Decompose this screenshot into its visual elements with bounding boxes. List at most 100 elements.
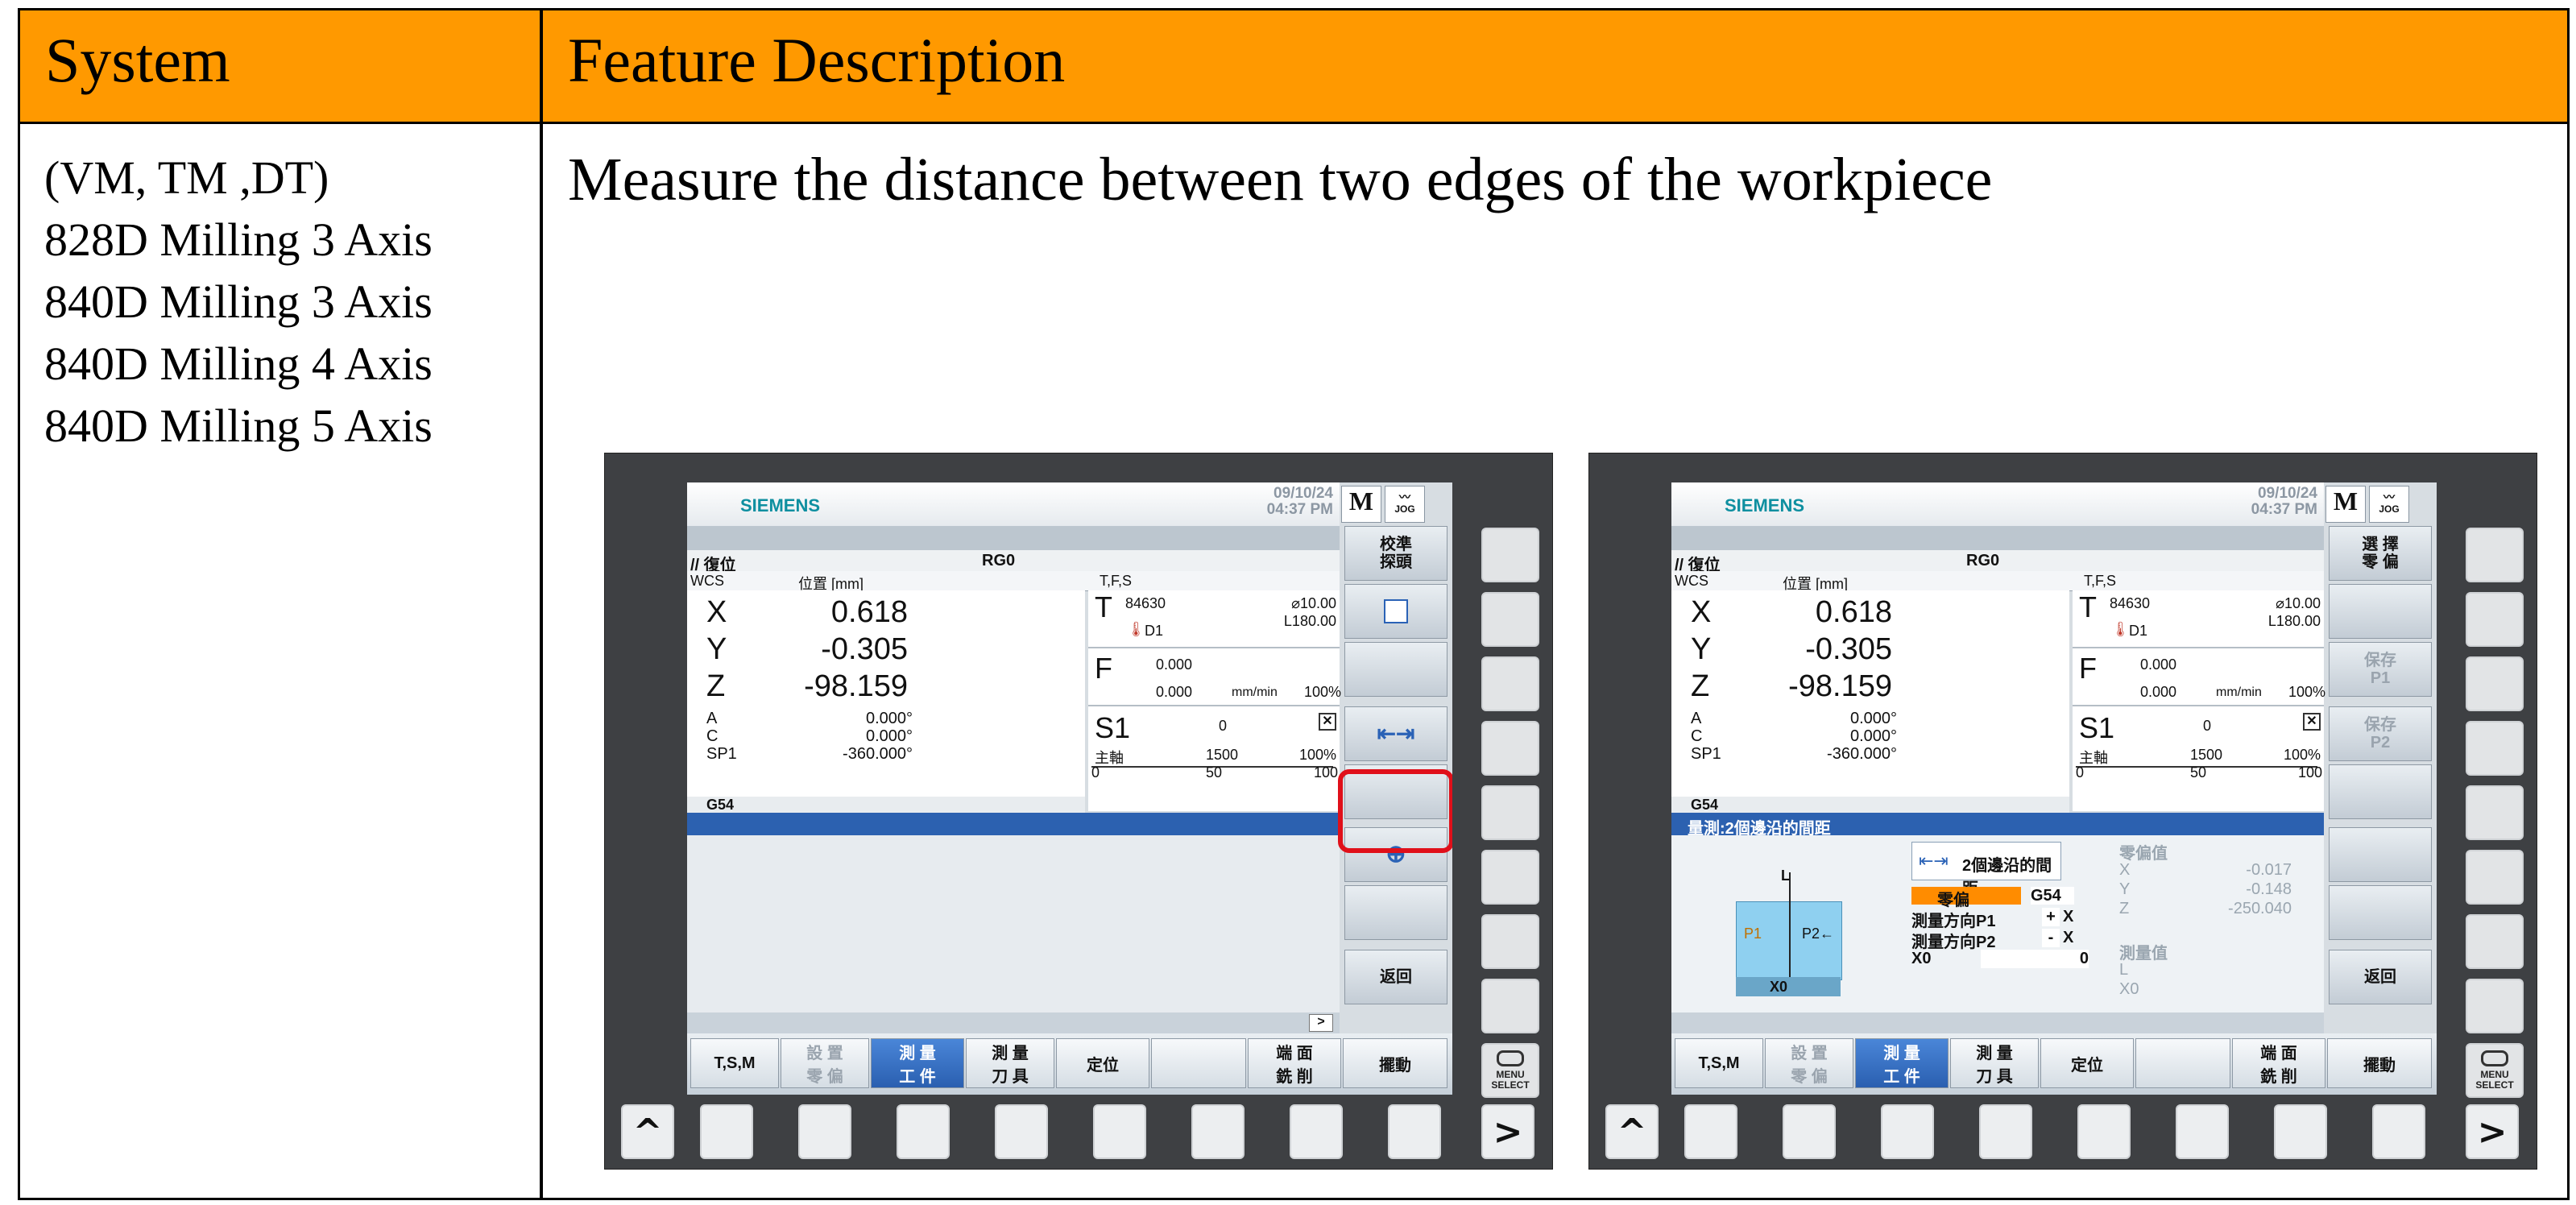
positioning-softkey[interactable]: 定位 <box>2040 1038 2134 1088</box>
axis-name: X <box>706 595 727 629</box>
back-softkey[interactable]: 返回 <box>2329 950 2432 1004</box>
channel-status: // 復位 RG0 <box>1671 550 2324 574</box>
system-item: 840D Milling 5 Axis <box>44 400 433 452</box>
calibrate-probe-softkey[interactable]: 校準 探頭 <box>1344 526 1447 581</box>
hardware-softkey[interactable] <box>1979 1104 2032 1159</box>
nav-right-button[interactable]: > <box>1481 1104 1534 1159</box>
set-zero-offset-softkey[interactable]: 設 置零 偏 <box>781 1038 869 1088</box>
hardware-softkey[interactable] <box>798 1104 851 1159</box>
axis-name: Y <box>1691 632 1712 666</box>
mode-jog-button[interactable]: 〰 JOG <box>1385 486 1425 523</box>
hardware-softkey[interactable] <box>897 1104 950 1159</box>
save-p1-softkey[interactable]: 保存 P1 <box>2329 642 2432 697</box>
tsm-softkey[interactable]: T,S,M <box>1675 1038 1763 1088</box>
hardware-softkey[interactable] <box>700 1104 753 1159</box>
direction-p1-axis[interactable]: X <box>2063 908 2073 926</box>
spindle-stop-icon: ✕ <box>1319 713 1336 731</box>
zo-axis: Z <box>2119 900 2130 917</box>
select-zero-offset-softkey[interactable]: 選 擇零 偏 <box>2329 526 2432 581</box>
set-zero-offset-softkey[interactable]: 設 置零 偏 <box>1765 1038 1853 1088</box>
hardware-softkey[interactable] <box>1481 528 1539 582</box>
mode-m-button[interactable]: M <box>2325 486 2366 523</box>
column-header: WCS 位置 [mm] T,F,S <box>1671 571 2324 592</box>
empty-softkey[interactable] <box>1344 885 1447 940</box>
face-milling-softkey[interactable]: 端 面銑 削 <box>1248 1038 1341 1088</box>
axis-value: -0.305 <box>821 632 908 666</box>
back-softkey[interactable]: 返回 <box>1344 950 1447 1004</box>
empty-softkey[interactable] <box>2329 764 2432 819</box>
menu-select-button[interactable]: MENU SELECT <box>1481 1043 1539 1098</box>
hardware-softkey[interactable] <box>1191 1104 1245 1159</box>
tool-length: L180.00 <box>2267 613 2321 629</box>
empty-softkey[interactable] <box>2329 827 2432 882</box>
hardware-softkey[interactable] <box>1684 1104 1737 1159</box>
hardware-softkey[interactable] <box>2077 1104 2131 1159</box>
x0-input[interactable]: 0 <box>1981 950 2089 968</box>
feed-label: F <box>2079 652 2097 685</box>
save-p2-softkey[interactable]: 保存 P2 <box>2329 706 2432 761</box>
swivel-softkey[interactable]: 擺動 <box>1343 1038 1447 1088</box>
measured-values-title: 測量值 <box>2119 945 2168 963</box>
channel-status: // 復位 RG0 <box>687 550 1340 574</box>
aux-axis-value: -360.000° <box>1827 745 1897 763</box>
axis-name: Y <box>706 632 727 666</box>
hardware-softkey[interactable] <box>2466 721 2524 776</box>
measure-edge-softkey[interactable] <box>1344 584 1447 639</box>
two-edges-distance-softkey[interactable]: ⇤⇥ <box>1344 706 1447 761</box>
hardware-softkey[interactable] <box>2176 1104 2229 1159</box>
empty-softkey[interactable] <box>2329 885 2432 940</box>
hardware-softkey[interactable] <box>2466 656 2524 711</box>
measure-tool-softkey[interactable]: 測 量刀 具 <box>966 1038 1054 1088</box>
hardware-softkey[interactable] <box>1481 656 1539 711</box>
hardware-softkey[interactable] <box>1290 1104 1343 1159</box>
hardware-softkey[interactable] <box>2466 785 2524 840</box>
hardware-softkey[interactable] <box>1481 785 1539 840</box>
empty-softkey[interactable] <box>2329 584 2432 639</box>
wcs-label: WCS <box>1675 573 1708 589</box>
hardware-softkey[interactable] <box>2466 914 2524 969</box>
hardware-softkey[interactable] <box>1481 914 1539 969</box>
measure-workpiece-softkey[interactable]: 測 量工 件 <box>871 1038 964 1088</box>
face-milling-softkey[interactable]: 端 面銑 削 <box>2232 1038 2325 1088</box>
status-band <box>1671 526 2324 550</box>
scale-tick: 50 <box>1206 764 1223 781</box>
hardware-softkey[interactable] <box>1093 1104 1146 1159</box>
measure-workpiece-softkey[interactable]: 測 量工 件 <box>1855 1038 1949 1088</box>
zero-offset-select[interactable]: G54 <box>2031 887 2074 905</box>
nav-up-button[interactable]: ^ <box>1605 1104 1659 1159</box>
hardware-softkey[interactable] <box>1783 1104 1836 1159</box>
hardware-softkey[interactable] <box>1481 979 1539 1033</box>
mode-m-button[interactable]: M <box>1341 486 1381 523</box>
hardware-softkey[interactable] <box>2466 528 2524 582</box>
aux-axis-name: C <box>706 727 719 745</box>
hardware-softkey[interactable] <box>995 1104 1048 1159</box>
measure-tool-softkey[interactable]: 測 量刀 具 <box>1950 1038 2039 1088</box>
status-strip: > <box>687 1012 1340 1033</box>
tsm-softkey[interactable]: T,S,M <box>690 1038 779 1088</box>
empty-softkey[interactable] <box>1151 1038 1246 1088</box>
menu-select-button[interactable]: MENU SELECT <box>2466 1043 2524 1098</box>
measurement-form-area: L P1 P2← X0 ⇤⇥ 2個邊沿的間距 零偏 G54 測量方向P1 + X… <box>1671 835 2324 1012</box>
hardware-softkey[interactable] <box>1388 1104 1441 1159</box>
hardware-softkey[interactable] <box>2466 850 2524 905</box>
hardware-softkey[interactable] <box>1481 850 1539 905</box>
direction-p2-sign[interactable]: - <box>2042 929 2060 947</box>
hardware-softkey[interactable] <box>2466 979 2524 1033</box>
swivel-softkey[interactable]: 擺動 <box>2327 1038 2432 1088</box>
direction-p2-axis[interactable]: X <box>2063 929 2073 947</box>
hardware-softkey[interactable] <box>2274 1104 2327 1159</box>
empty-softkey[interactable] <box>2135 1038 2230 1088</box>
hardware-softkey[interactable] <box>2372 1104 2425 1159</box>
hardware-softkey[interactable] <box>1481 721 1539 776</box>
direction-p1-sign[interactable]: + <box>2042 908 2060 926</box>
etc-indicator[interactable]: > <box>1309 1014 1333 1032</box>
positioning-softkey[interactable]: 定位 <box>1056 1038 1149 1088</box>
nav-right-button[interactable]: > <box>2466 1104 2519 1159</box>
empty-softkey[interactable] <box>1344 642 1447 697</box>
mode-jog-button[interactable]: 〰 JOG <box>2369 486 2409 523</box>
hardware-softkey[interactable] <box>1481 592 1539 647</box>
spindle-label: S1 <box>2079 711 2115 744</box>
hardware-softkey[interactable] <box>1881 1104 1934 1159</box>
nav-up-button[interactable]: ^ <box>621 1104 674 1159</box>
hardware-softkey[interactable] <box>2466 592 2524 647</box>
